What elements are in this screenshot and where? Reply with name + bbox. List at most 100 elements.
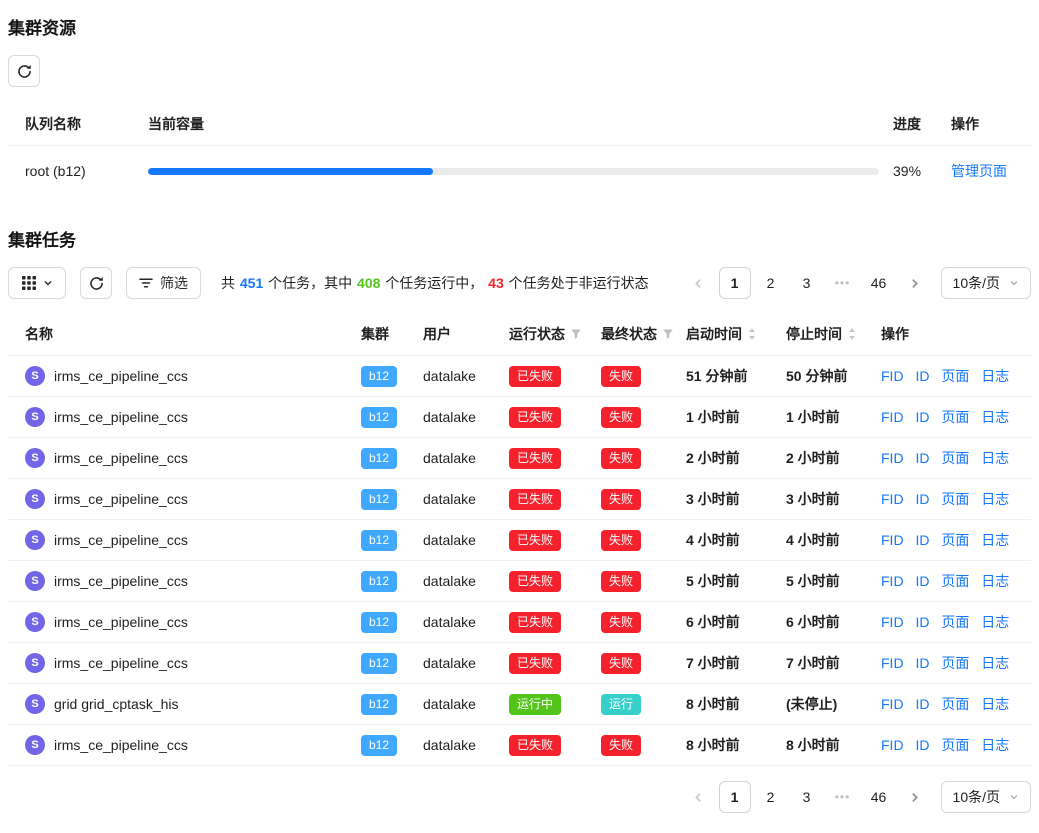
resources-refresh-button[interactable] xyxy=(8,55,40,87)
log-link[interactable]: 日志 xyxy=(981,368,1009,384)
fid-link[interactable]: FID xyxy=(881,655,904,671)
bottom-pagination-bar: 1 2 3 ••• 46 10条/页 xyxy=(8,781,1031,813)
filter-funnel-icon[interactable] xyxy=(570,328,582,340)
name-column-header: 名称 xyxy=(8,324,353,344)
pagination-page-2[interactable]: 2 xyxy=(755,267,787,299)
pagination-page-46[interactable]: 46 xyxy=(863,267,895,299)
fid-link[interactable]: FID xyxy=(881,737,904,753)
pagination-page-2[interactable]: 2 xyxy=(755,781,787,813)
pagination-page-3[interactable]: 3 xyxy=(791,781,823,813)
page-link[interactable]: 页面 xyxy=(941,737,969,753)
user-column-header: 用户 xyxy=(415,324,501,344)
id-link[interactable]: ID xyxy=(915,655,929,671)
pagination-next-button[interactable] xyxy=(899,781,931,813)
id-link[interactable]: ID xyxy=(915,614,929,630)
run-status-badge: 已失败 xyxy=(509,448,561,469)
final-status-column-header[interactable]: 最终状态 xyxy=(601,324,674,344)
spark-avatar: S xyxy=(25,366,45,386)
page-link[interactable]: 页面 xyxy=(941,573,969,589)
page-size-value: 10条/页 xyxy=(953,787,1000,807)
column-settings-button[interactable] xyxy=(8,267,66,299)
run-status-badge: 已失败 xyxy=(509,571,561,592)
pagination-page-1[interactable]: 1 xyxy=(719,781,751,813)
page-link[interactable]: 页面 xyxy=(941,655,969,671)
id-link[interactable]: ID xyxy=(915,368,929,384)
log-link[interactable]: 日志 xyxy=(981,737,1009,753)
fid-link[interactable]: FID xyxy=(881,573,904,589)
task-user: datalake xyxy=(415,737,501,753)
log-link[interactable]: 日志 xyxy=(981,696,1009,712)
log-link[interactable]: 日志 xyxy=(981,573,1009,589)
log-link[interactable]: 日志 xyxy=(981,614,1009,630)
log-link[interactable]: 日志 xyxy=(981,450,1009,466)
pagination-prev-button[interactable] xyxy=(683,267,715,299)
filter-button[interactable]: 筛选 xyxy=(126,267,201,299)
fid-link[interactable]: FID xyxy=(881,491,904,507)
fid-link[interactable]: FID xyxy=(881,450,904,466)
stop-time: 50 分钟前 xyxy=(778,366,873,386)
spark-avatar: S xyxy=(25,571,45,591)
stop-time: 5 小时前 xyxy=(778,571,873,591)
id-link[interactable]: ID xyxy=(915,573,929,589)
id-link[interactable]: ID xyxy=(915,409,929,425)
summary-text: 个任务运行中， xyxy=(381,275,483,291)
id-link[interactable]: ID xyxy=(915,696,929,712)
run-status-badge: 已失败 xyxy=(509,407,561,428)
tasks-table: 名称 集群 用户 运行状态 最终状态 启动时间 xyxy=(8,313,1031,766)
page-link[interactable]: 页面 xyxy=(941,491,969,507)
page-link[interactable]: 页面 xyxy=(941,532,969,548)
fid-link[interactable]: FID xyxy=(881,614,904,630)
start-time: 6 小时前 xyxy=(678,612,778,632)
fid-link[interactable]: FID xyxy=(881,409,904,425)
fid-link[interactable]: FID xyxy=(881,532,904,548)
fid-link[interactable]: FID xyxy=(881,696,904,712)
page-link[interactable]: 页面 xyxy=(941,696,969,712)
page-size-select[interactable]: 10条/页 xyxy=(941,781,1031,813)
pagination-page-1[interactable]: 1 xyxy=(719,267,751,299)
start-time: 5 小时前 xyxy=(678,571,778,591)
cluster-badge: b12 xyxy=(361,530,397,551)
table-row: S irms_ce_pipeline_ccs b12 datalake 已失败 … xyxy=(8,643,1031,684)
id-link[interactable]: ID xyxy=(915,532,929,548)
chevron-down-icon xyxy=(1009,278,1019,288)
pagination-next-button[interactable] xyxy=(899,267,931,299)
task-name: irms_ce_pipeline_ccs xyxy=(54,491,188,507)
page-link[interactable]: 页面 xyxy=(941,614,969,630)
pagination-prev-button[interactable] xyxy=(683,781,715,813)
resource-row: root (b12) 39% 管理页面 xyxy=(8,146,1031,196)
page-link[interactable]: 页面 xyxy=(941,368,969,384)
log-link[interactable]: 日志 xyxy=(981,409,1009,425)
stop-time: 3 小时前 xyxy=(778,489,873,509)
page-link[interactable]: 页面 xyxy=(941,450,969,466)
log-link[interactable]: 日志 xyxy=(981,532,1009,548)
run-status-column-header[interactable]: 运行状态 xyxy=(509,324,582,344)
tasks-table-body: S irms_ce_pipeline_ccs b12 datalake 已失败 … xyxy=(8,356,1031,766)
id-link[interactable]: ID xyxy=(915,491,929,507)
task-summary: 共 451 个任务，其中 408 个任务运行中， 43 个任务处于非运行状态 xyxy=(221,273,649,293)
sorter-icon[interactable] xyxy=(747,327,757,341)
final-status-badge: 失败 xyxy=(601,612,641,633)
fid-link[interactable]: FID xyxy=(881,368,904,384)
id-link[interactable]: ID xyxy=(915,450,929,466)
log-link[interactable]: 日志 xyxy=(981,655,1009,671)
pagination-ellipsis[interactable]: ••• xyxy=(827,267,859,299)
id-link[interactable]: ID xyxy=(915,737,929,753)
pagination-page-46[interactable]: 46 xyxy=(863,781,895,813)
filter-funnel-icon[interactable] xyxy=(662,328,674,340)
pagination-page-3[interactable]: 3 xyxy=(791,267,823,299)
stop-time-column-header[interactable]: 停止时间 xyxy=(786,324,857,344)
start-time-column-header[interactable]: 启动时间 xyxy=(686,324,757,344)
manage-page-link[interactable]: 管理页面 xyxy=(951,163,1007,179)
pagination-ellipsis[interactable]: ••• xyxy=(827,781,859,813)
task-user: datalake xyxy=(415,532,501,548)
page-size-select[interactable]: 10条/页 xyxy=(941,267,1031,299)
refresh-icon xyxy=(89,276,104,291)
tasks-refresh-button[interactable] xyxy=(80,267,112,299)
page-size-value: 10条/页 xyxy=(953,273,1000,293)
chevron-left-icon xyxy=(693,792,704,803)
log-link[interactable]: 日志 xyxy=(981,491,1009,507)
run-status-badge: 已失败 xyxy=(509,735,561,756)
capacity-header: 当前容量 xyxy=(148,114,883,134)
page-link[interactable]: 页面 xyxy=(941,409,969,425)
sorter-icon[interactable] xyxy=(847,327,857,341)
